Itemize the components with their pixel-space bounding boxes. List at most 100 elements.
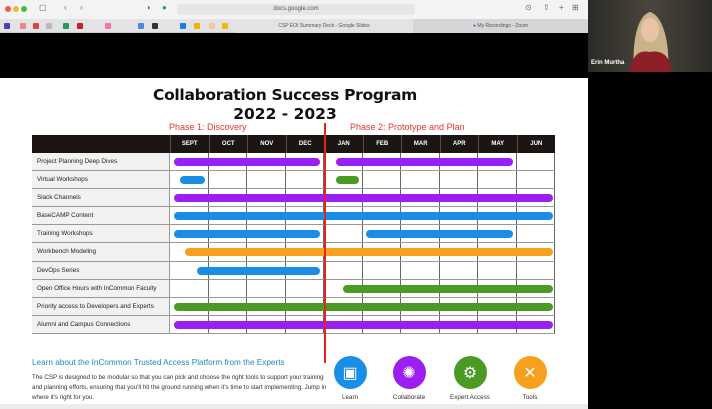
gantt-cell xyxy=(401,171,440,189)
gantt-row: Virtual Workshops xyxy=(32,171,555,190)
gantt-row: Slack Channels xyxy=(32,189,555,208)
tab-bar: CSP EOI Summary Deck - Google Slides ● M… xyxy=(0,19,588,33)
row-label: BaseCAMP Content xyxy=(32,207,170,225)
bookmark-icon[interactable] xyxy=(33,23,39,29)
gantt-row: Training Workshops xyxy=(32,225,555,244)
gantt-bar-blue xyxy=(173,212,554,221)
presentation-icon: ▣ xyxy=(333,356,367,389)
gantt-cell xyxy=(362,171,401,189)
address-bar[interactable]: docs.google.com xyxy=(177,4,415,15)
bookmark-icon[interactable] xyxy=(105,23,111,29)
gantt-bar-orange xyxy=(185,248,554,257)
bookmark-icon[interactable] xyxy=(63,23,69,29)
wrench-screwdriver-icon: ✕ xyxy=(513,356,547,389)
gantt-bar-blue xyxy=(179,176,205,185)
gantt-row: Workbench Modeling xyxy=(32,243,555,262)
share-icon[interactable]: ⇧ xyxy=(543,3,550,12)
bookmark-icon[interactable] xyxy=(152,23,158,29)
gantt-bar-purple xyxy=(335,158,513,166)
bookmark-icon[interactable] xyxy=(4,23,10,29)
gantt-cell xyxy=(516,153,555,171)
maximize-window-button[interactable] xyxy=(21,6,27,12)
gantt-header: SEPT OCT NOV DEC JAN FEB MAR APR MAY JUN xyxy=(32,135,555,153)
participant-image xyxy=(630,12,672,72)
learn-body: The CSP is designed to be modular so tha… xyxy=(32,374,327,401)
phase-divider xyxy=(324,123,326,363)
bookmark-icon[interactable] xyxy=(209,23,215,29)
gantt-cell xyxy=(362,261,401,279)
gantt-cell xyxy=(401,261,440,279)
extension-icon[interactable]: ● xyxy=(162,3,167,12)
row-label: Alumni and Campus Connections xyxy=(32,315,170,333)
tab-google-slides[interactable]: CSP EOI Summary Deck - Google Slides xyxy=(235,19,413,33)
gantt-row: Priority access to Developers and Expert… xyxy=(32,297,555,316)
month-header: MAY xyxy=(478,135,517,153)
month-header: SEPT xyxy=(170,135,209,153)
gantt-cell xyxy=(516,171,555,189)
gantt-cell xyxy=(478,261,517,279)
back-icon[interactable]: ‹ xyxy=(64,3,67,12)
gantt-cell xyxy=(208,279,247,297)
gantt-row: BaseCAMP Content xyxy=(32,207,555,226)
bookmark-icon[interactable] xyxy=(180,23,186,29)
gantt-cell xyxy=(324,225,363,243)
gantt-bar-green xyxy=(173,302,554,311)
header-blank xyxy=(32,135,170,153)
gantt-row: Open Office Hours with InCommon Faculty xyxy=(32,279,555,298)
bookmark-icon[interactable] xyxy=(138,23,144,29)
url-text: docs.google.com xyxy=(273,6,319,12)
minimize-window-button[interactable] xyxy=(13,6,19,12)
gantt-cell xyxy=(247,171,286,189)
slide-years: 2022 - 2023 xyxy=(233,105,337,123)
download-icon[interactable]: ⊙ xyxy=(525,3,532,12)
close-window-button[interactable] xyxy=(5,6,11,12)
feature-label: Learn xyxy=(341,394,359,401)
gantt-cell xyxy=(324,261,363,279)
month-header: FEB xyxy=(362,135,402,153)
tab-zoom-recordings[interactable]: ● My Recordings - Zoom xyxy=(413,19,588,33)
browser-chrome: ▢ ‹ › ◐ ● docs.google.com ⊙ ⇧ + ⊞ CSP EO… xyxy=(0,0,588,33)
feature-expert-access: ⚙ Expert Access xyxy=(440,356,500,401)
head-gears-icon: ⚙ xyxy=(453,356,487,389)
shield-icon[interactable]: ◐ xyxy=(147,3,152,12)
bookmark-icon[interactable] xyxy=(46,23,52,29)
gantt-cell xyxy=(285,279,324,297)
gantt-cell xyxy=(170,279,209,297)
gantt-bar-blue xyxy=(366,230,513,239)
bookmark-icon[interactable] xyxy=(20,23,26,29)
google-drive-icon[interactable] xyxy=(194,23,200,29)
tab-label: CSP EOI Summary Deck - Google Slides xyxy=(278,23,370,29)
row-label: Slack Channels xyxy=(32,189,170,207)
gantt-bar-purple xyxy=(173,194,554,203)
gantt-bar-purple xyxy=(173,320,554,329)
sidebar-icon[interactable]: ▢ xyxy=(39,3,47,12)
forward-icon[interactable]: › xyxy=(80,3,83,12)
browser-toolbar: ▢ ‹ › ◐ ● docs.google.com ⊙ ⇧ + ⊞ xyxy=(0,0,588,19)
gantt-cell xyxy=(516,225,555,243)
gantt-row: DevOps Series xyxy=(32,261,555,280)
gantt-cell xyxy=(285,171,324,189)
gantt-bar-green xyxy=(343,284,554,293)
row-label: Priority access to Developers and Expert… xyxy=(32,297,170,315)
gantt-row: Alumni and Campus Connections xyxy=(32,315,555,334)
gantt-cell xyxy=(439,171,478,189)
bookmark-icon[interactable] xyxy=(77,23,83,29)
feature-learn: ▣ Learn xyxy=(320,356,380,401)
learn-heading: Learn about the InCommon Trusted Access … xyxy=(32,358,285,367)
new-tab-icon[interactable]: + xyxy=(559,3,564,12)
row-label: DevOps Series xyxy=(32,261,170,279)
month-header: JAN xyxy=(324,135,363,153)
slide: Collaboration Success Program 2022 - 202… xyxy=(0,78,588,404)
gantt-bar-green xyxy=(335,176,359,185)
month-header: NOV xyxy=(247,135,286,153)
gantt-bar-blue xyxy=(173,230,321,239)
bookmark-icon[interactable] xyxy=(222,23,228,29)
row-label: Training Workshops xyxy=(32,225,170,243)
network-icon: ✺ xyxy=(392,356,426,389)
feature-label: Tools xyxy=(522,394,538,401)
tab-overview-icon[interactable]: ⊞ xyxy=(572,3,579,12)
gantt-table: SEPT OCT NOV DEC JAN FEB MAR APR MAY JUN Project … xyxy=(32,135,555,334)
month-header: JUN xyxy=(516,135,556,153)
gantt-cell xyxy=(516,261,555,279)
gantt-cell xyxy=(439,261,478,279)
